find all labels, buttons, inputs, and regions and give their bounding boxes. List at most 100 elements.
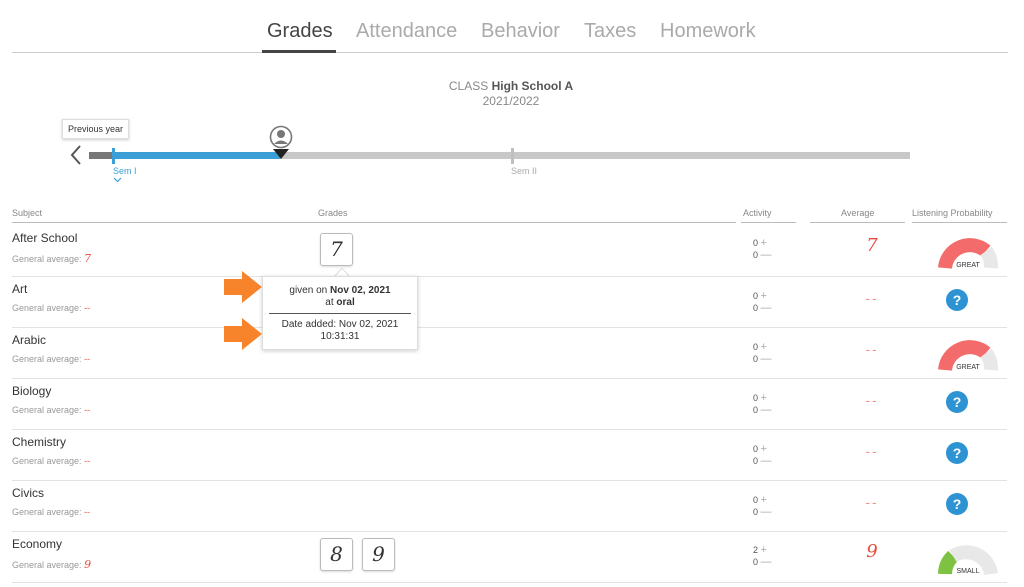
general-average-label: General average: [12,560,82,570]
general-average-label: General average: [12,254,82,264]
general-average-value: -- [84,354,91,364]
orange-arrow-icon [224,318,262,350]
school-year: 2021/2022 [482,94,540,108]
tab-grades[interactable]: Grades [267,20,333,43]
general-average: General average: -- [12,303,90,313]
class-title: CLASS High School A [0,79,1022,93]
general-average-label: General average: [12,354,82,364]
timeline-previous-segment [89,152,114,159]
table-row: After School General average: 7 7 0 +0 —… [12,226,1007,277]
tab-divider [12,52,1008,53]
general-average-value: -- [84,456,91,466]
subject-name[interactable]: Chemistry [12,435,66,449]
general-average-value: 7 [84,252,92,265]
subject-average: -- [865,392,879,408]
tooltip-given: given on Nov 02, 2021 [289,285,391,296]
general-average: General average: 9 [12,558,91,571]
header-line-average [810,222,905,223]
chevron-left-icon[interactable] [68,144,84,166]
tab-homework[interactable]: Homework [660,20,756,43]
subject-name[interactable]: Civics [12,486,44,500]
tooltip-separator [269,313,411,314]
grade-box[interactable]: 9 [362,538,395,571]
subject-average: -- [865,443,879,459]
general-average: General average: -- [12,405,90,415]
general-average: General average: -- [12,456,90,466]
user-pin-icon[interactable] [269,125,293,161]
activity-counter: 0 +0 — [753,443,772,467]
question-icon[interactable]: ? [946,289,968,311]
active-tab-indicator [262,50,336,53]
activity-counter: 0 +0 — [753,290,772,314]
listening-label: GREAT [956,262,980,269]
tab-attendance[interactable]: Attendance [356,20,457,43]
activity-counter: 0 +0 — [753,237,772,261]
subject-name[interactable]: Art [12,282,27,296]
listening-label: GREAT [956,364,980,371]
general-average: General average: -- [12,354,90,364]
grade-box[interactable]: 8 [320,538,353,571]
subject-average: -- [865,494,879,510]
chevron-down-icon[interactable] [113,177,122,183]
general-average: General average: -- [12,507,90,517]
grade-box[interactable]: 7 [320,233,353,266]
sem1-label[interactable]: Sem I [113,166,137,176]
subject-average: 7 [866,235,878,256]
general-average-label: General average: [12,405,82,415]
header-activity: Activity [743,208,772,218]
header-grades: Grades [318,208,348,218]
tab-behavior[interactable]: Behavior [481,20,560,43]
table-row: Art General average: -- 0 +0 — -- ? [12,277,1007,328]
sem1-tick [112,148,115,164]
general-average-label: General average: [12,456,82,466]
question-icon[interactable]: ? [946,493,968,515]
class-name: High School A [491,79,574,93]
tab-taxes[interactable]: Taxes [584,20,636,43]
question-icon[interactable]: ? [946,391,968,413]
table-row: Chemistry General average: -- 0 +0 — -- … [12,430,1007,481]
subject-average: -- [865,290,879,306]
header-line-activity [741,222,796,223]
subject-name[interactable]: Economy [12,537,62,551]
header-subject: Subject [12,208,43,218]
general-average-label: General average: [12,507,82,517]
subject-average: 9 [866,541,878,562]
subject-average: -- [865,341,879,357]
activity-counter: 0 +0 — [753,392,772,416]
orange-arrow-icon [224,271,262,303]
subject-name[interactable]: After School [12,231,77,245]
header-line-main [12,222,736,223]
general-average-value: -- [84,303,91,313]
table-row: Economy General average: 9 8 9 2 +0 — 9 … [12,532,1007,583]
header-listening: Listening Probability [912,208,993,218]
sem2-tick [511,148,514,164]
listening-label: SMALL [957,568,980,575]
activity-counter: 0 +0 — [753,341,772,365]
general-average-label: General average: [12,303,82,313]
header-average: Average [841,208,875,218]
listening-gauge-great: GREAT [938,340,998,372]
class-prefix: CLASS [448,79,489,93]
listening-gauge-great: GREAT [938,238,998,270]
sem2-label[interactable]: Sem II [511,166,537,176]
timeline-progress [114,152,280,159]
general-average: General average: 7 [12,252,91,265]
question-icon[interactable]: ? [946,442,968,464]
general-average-value: -- [84,507,91,517]
general-average-value: 9 [84,558,92,571]
subject-name[interactable]: Biology [12,384,51,398]
grade-tooltip: given on Nov 02, 2021 at oral Date added… [262,276,418,350]
header-line-listening [912,222,1007,223]
tooltip-type: at oral [325,297,355,308]
previous-year-tooltip: Previous year [62,119,130,139]
tooltip-added: Date added: Nov 02, 2021 [281,319,399,330]
subject-name[interactable]: Arabic [12,333,46,347]
table-row: Biology General average: -- 0 +0 — -- ? [12,379,1007,430]
table-row: Civics General average: -- 0 +0 — -- ? [12,481,1007,532]
table-row: Arabic General average: -- 0 +0 — -- GRE… [12,328,1007,379]
general-average-value: -- [84,405,91,415]
listening-gauge-small: SMALL [938,545,998,576]
activity-counter: 0 +0 — [753,494,772,518]
activity-counter: 2 +0 — [753,544,772,568]
tooltip-time: 10:31:31 [320,331,360,342]
